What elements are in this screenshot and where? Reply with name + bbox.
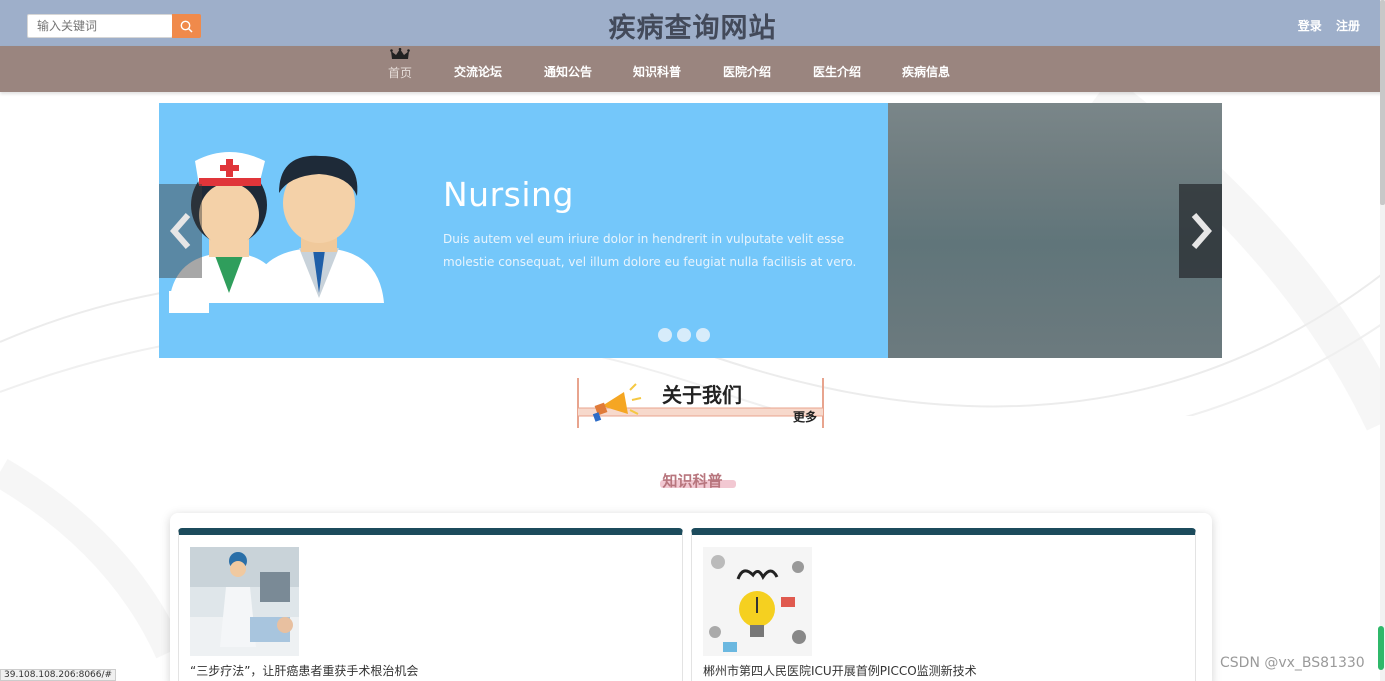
side-widget-indicator bbox=[1378, 626, 1384, 670]
carousel-indicators bbox=[658, 328, 710, 342]
about-us-header: 关于我们 更多 bbox=[577, 378, 825, 428]
main-nav: 首页 交流论坛 通知公告 知识科普 医院介绍 医生介绍 疾病信息 bbox=[0, 46, 1385, 92]
carousel-dot[interactable] bbox=[658, 328, 672, 342]
chevron-right-icon bbox=[1191, 213, 1212, 249]
nav-forum[interactable]: 交流论坛 bbox=[454, 63, 502, 80]
about-more-link[interactable]: 更多 bbox=[793, 408, 817, 425]
knowledge-card[interactable]: 郴州市第四人民医院ICU开展首例PICCO监测新技术 bbox=[691, 528, 1196, 681]
banner-title: Nursing bbox=[443, 175, 574, 214]
status-bar-url: 39.108.108.206:8066/# bbox=[0, 669, 117, 681]
top-bar: 疾病查询网站 登录 注册 bbox=[0, 0, 1385, 46]
crown-icon bbox=[390, 48, 410, 59]
scrollbar-thumb[interactable] bbox=[1380, 0, 1385, 205]
doctor-illustration bbox=[249, 155, 384, 303]
login-link[interactable]: 登录 bbox=[1298, 19, 1322, 33]
card-title: “三步疗法”，让肝癌患者重获手术根治机会 bbox=[190, 664, 419, 678]
scrollbar[interactable] bbox=[1380, 0, 1385, 681]
learn-lightbulb-image bbox=[703, 547, 812, 656]
about-title: 关于我们 bbox=[662, 383, 742, 407]
carousel-dot[interactable] bbox=[696, 328, 710, 342]
carousel-dot[interactable] bbox=[677, 328, 691, 342]
nav-notices[interactable]: 通知公告 bbox=[544, 63, 592, 80]
banner-carousel: Nursing Duis autem vel eum iriure dolor … bbox=[159, 103, 1222, 358]
watermark: CSDN @vx_BS81330 bbox=[1220, 655, 1365, 671]
nav-home[interactable]: 首页 bbox=[388, 64, 412, 81]
card-thumbnail-hospital bbox=[190, 547, 299, 656]
knowledge-card[interactable]: “三步疗法”，让肝癌患者重获手术根治机会 bbox=[178, 528, 683, 681]
nav-doctors[interactable]: 医生介绍 bbox=[813, 63, 861, 80]
banner-text: Duis autem vel eum iriure dolor in hendr… bbox=[443, 232, 857, 269]
banner-next-slide-preview bbox=[888, 103, 1222, 358]
card-title: 郴州市第四人民医院ICU开展首例PICCO监测新技术 bbox=[703, 664, 977, 678]
nav-knowledge[interactable]: 知识科普 bbox=[633, 63, 681, 80]
card-thumbnail-learn bbox=[703, 547, 812, 656]
hospital-scene-image bbox=[190, 547, 299, 656]
nav-hospital[interactable]: 医院介绍 bbox=[723, 63, 771, 80]
carousel-prev-button[interactable] bbox=[159, 184, 202, 278]
knowledge-section-title: 知识科普 bbox=[662, 472, 723, 490]
nav-diseases[interactable]: 疾病信息 bbox=[902, 63, 950, 80]
site-title: 疾病查询网站 bbox=[608, 13, 777, 44]
carousel-next-button[interactable] bbox=[1179, 184, 1222, 278]
auth-links: 登录 注册 bbox=[1288, 17, 1360, 34]
chevron-left-icon bbox=[169, 213, 190, 249]
register-link[interactable]: 注册 bbox=[1336, 19, 1360, 33]
megaphone-icon bbox=[592, 383, 642, 422]
knowledge-card-list: “三步疗法”，让肝癌患者重获手术根治机会 郴州市第四人民医院ICU开展首例PIC… bbox=[170, 513, 1212, 681]
